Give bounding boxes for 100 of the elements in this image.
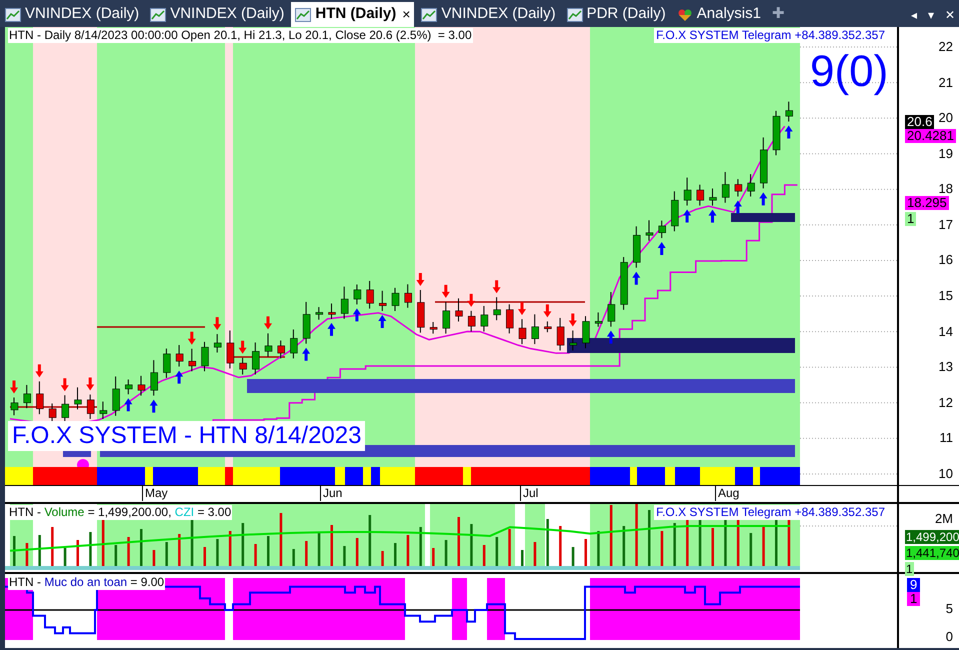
candlestick bbox=[100, 401, 108, 420]
sell-arrow-icon bbox=[10, 380, 18, 394]
chart-icon bbox=[150, 8, 166, 22]
tab-label: VNINDEX (Daily) bbox=[170, 4, 284, 24]
add-tab-icon[interactable]: ✚ bbox=[772, 2, 785, 27]
candlestick bbox=[633, 226, 641, 268]
sell-arrow-icon bbox=[264, 316, 272, 330]
sell-arrow-icon bbox=[467, 294, 476, 307]
price-tag: 20.6 bbox=[905, 115, 934, 129]
chart-icon bbox=[566, 8, 583, 22]
sell-arrow-icon bbox=[86, 378, 94, 391]
candlestick bbox=[138, 375, 146, 396]
close-icon[interactable]: × bbox=[402, 4, 410, 25]
buy-arrow-icon bbox=[683, 210, 692, 223]
candlestick bbox=[556, 317, 564, 351]
chart-tab[interactable]: PDR (Daily) bbox=[562, 2, 670, 27]
candlestick bbox=[214, 334, 222, 354]
buy-arrow-icon bbox=[759, 192, 768, 206]
axis-label: 0 bbox=[946, 630, 953, 644]
candlestick bbox=[582, 316, 590, 349]
candlestick bbox=[430, 322, 438, 334]
candlestick bbox=[684, 177, 692, 206]
sell-arrow-icon bbox=[238, 340, 247, 354]
chart-header: HTN - Daily 8/14/2023 00:00:00 Open 20.1, Hi 21.3, Lo 20.1, Close 20.6 (2.5%) = 3.00 bbox=[8, 28, 473, 43]
candlestick bbox=[455, 298, 463, 322]
candlestick bbox=[696, 184, 704, 206]
candlestick bbox=[760, 136, 768, 189]
sell-arrow-icon bbox=[568, 314, 577, 326]
chart-tab[interactable]: VNINDEX (Daily) bbox=[1, 2, 144, 27]
candlestick bbox=[163, 348, 171, 378]
chart-icon bbox=[295, 8, 312, 22]
safety-tag: 1 bbox=[907, 592, 920, 606]
candlestick bbox=[442, 301, 450, 334]
sell-arrow-icon bbox=[442, 284, 450, 298]
candlestick bbox=[354, 284, 362, 305]
sell-arrow-icon bbox=[213, 317, 222, 330]
candlestick bbox=[480, 305, 488, 332]
candlestick bbox=[86, 394, 94, 420]
tab-label: PDR (Daily) bbox=[586, 4, 666, 24]
tab-label: VNINDEX (Daily) bbox=[25, 4, 140, 24]
buy-arrow-icon bbox=[734, 200, 742, 214]
buy-arrow-icon bbox=[175, 370, 184, 384]
candlestick bbox=[10, 396, 18, 416]
volume-header: HTN - Volume = 1,499,200.00, CZI = 3.00 bbox=[8, 505, 232, 520]
candlestick bbox=[316, 306, 324, 320]
safety-band bbox=[452, 578, 467, 640]
month-label: May bbox=[142, 486, 168, 501]
buy-arrow-icon bbox=[632, 272, 640, 285]
candlestick bbox=[734, 178, 742, 197]
analysis-icon bbox=[676, 8, 693, 22]
candlestick bbox=[747, 174, 755, 197]
background-band bbox=[525, 504, 545, 566]
chart-icon bbox=[421, 8, 438, 22]
candlestick bbox=[392, 287, 400, 312]
buy-arrow-icon bbox=[784, 126, 793, 139]
tab-control[interactable]: ◂ bbox=[907, 2, 921, 27]
candlestick bbox=[722, 172, 730, 204]
price-tag: 20.4281 bbox=[905, 129, 956, 143]
buy-arrow-icon bbox=[606, 330, 615, 344]
month-label: Jun bbox=[320, 486, 342, 501]
axis-label: 12 bbox=[938, 396, 953, 410]
candlestick bbox=[226, 330, 234, 369]
tab-control[interactable]: ▾ bbox=[924, 2, 938, 27]
axis-label: 14 bbox=[938, 324, 953, 339]
safety-header: HTN - Muc do an toan = 9.00 bbox=[8, 575, 166, 590]
candlestick bbox=[302, 301, 310, 344]
sell-arrow-icon bbox=[518, 302, 526, 316]
candlestick bbox=[518, 318, 526, 345]
candlestick bbox=[188, 348, 196, 372]
buy-arrow-icon bbox=[378, 314, 386, 328]
candlestick bbox=[277, 340, 285, 359]
chart-tab[interactable]: VNINDEX (Daily) bbox=[417, 2, 560, 27]
candlestick bbox=[404, 284, 412, 308]
chart-icon bbox=[5, 8, 21, 22]
candlestick bbox=[493, 296, 501, 321]
buy-arrow-icon bbox=[150, 400, 158, 413]
volume-tag: 1 bbox=[905, 562, 914, 576]
chart-tab[interactable]: HTN (Daily) × bbox=[291, 2, 414, 27]
candlestick bbox=[23, 384, 31, 409]
month-label: Jul bbox=[520, 486, 538, 501]
axis-label: 5 bbox=[946, 602, 953, 616]
candlestick bbox=[417, 289, 425, 334]
chart-tab[interactable]: Analysis1 bbox=[672, 2, 765, 27]
candlestick bbox=[366, 280, 374, 310]
tab-label: Analysis1 bbox=[696, 4, 761, 24]
tab-control[interactable]: ✕ bbox=[941, 2, 959, 27]
axis-label: 16 bbox=[938, 253, 953, 268]
sell-arrow-icon bbox=[60, 378, 69, 392]
candlestick bbox=[671, 190, 679, 232]
chart-tab[interactable]: VNINDEX (Daily) bbox=[146, 2, 288, 27]
signal-value: 9(0) bbox=[810, 47, 888, 97]
chart-overlay-label: F.O.X SYSTEM - HTN 8/14/2023 bbox=[8, 421, 366, 451]
candlestick bbox=[772, 110, 780, 156]
safety-band bbox=[487, 578, 505, 640]
candlestick bbox=[201, 341, 209, 372]
axis-label: 11 bbox=[940, 431, 953, 446]
axis-label: 15 bbox=[938, 289, 953, 304]
candlestick bbox=[620, 256, 628, 310]
sell-arrow-icon bbox=[35, 364, 44, 378]
buy-arrow-icon bbox=[708, 210, 716, 223]
